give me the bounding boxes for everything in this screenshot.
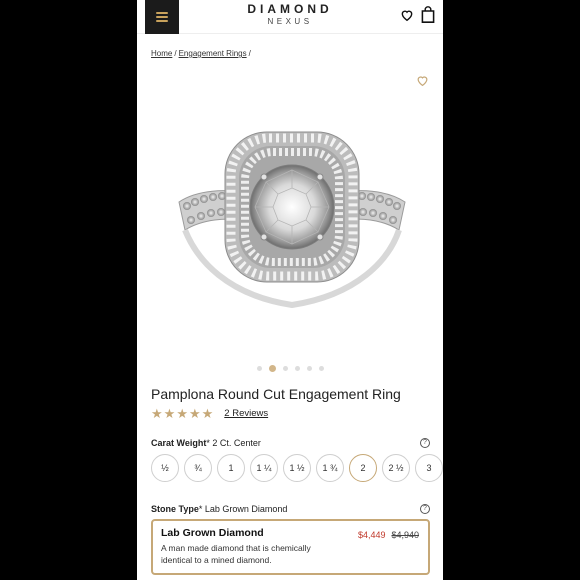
carat-options: ½¾11 ¼1 ½1 ¾22 ½3 [151, 454, 443, 482]
stone-selected-value: Lab Grown Diamond [204, 504, 288, 514]
original-price: $4,940 [391, 530, 419, 540]
carat-required-mark: * [206, 438, 210, 448]
carat-option[interactable]: ¾ [184, 454, 212, 482]
breadcrumb: Home / Engagement Rings / [151, 49, 253, 58]
stone-type-label: Stone Type* Lab Grown Diamond [151, 504, 287, 514]
gallery-dot[interactable] [256, 366, 262, 371]
heart-icon[interactable] [400, 8, 414, 22]
star-icon: ★ [201, 406, 214, 421]
gallery-pagination [137, 365, 443, 372]
carat-label-text: Carat Weight [151, 438, 207, 448]
sale-price: $4,449 [357, 530, 386, 540]
stone-label-text: Stone Type [151, 504, 199, 514]
stone-option-price: $4,449 $4,940 [358, 530, 419, 540]
star-icon: ★ [188, 406, 201, 421]
gallery-dot[interactable] [268, 365, 276, 372]
carat-option[interactable]: 2 [349, 454, 377, 482]
stone-info-icon[interactable]: ? [420, 504, 430, 514]
breadcrumb-separator: / [248, 49, 251, 58]
product-title: Pamplona Round Cut Engagement Ring [151, 386, 401, 402]
carat-info-icon[interactable]: ? [420, 438, 430, 448]
product-image[interactable] [157, 110, 427, 330]
carat-option[interactable]: 1 [217, 454, 245, 482]
carat-selected-value: 2 Ct. Center [212, 438, 261, 448]
carat-option[interactable]: 3 [415, 454, 443, 482]
stone-option-lab-grown[interactable]: Lab Grown Diamond A man made diamond tha… [151, 519, 430, 575]
carat-option[interactable]: 1 ¾ [316, 454, 344, 482]
product-rating: ★ ★ ★ ★ ★ 2 Reviews [151, 407, 268, 420]
carat-weight-label: Carat Weight* 2 Ct. Center [151, 438, 261, 448]
carat-option[interactable]: 1 ¼ [250, 454, 278, 482]
breadcrumb-separator: / [174, 49, 177, 58]
star-icon: ★ [176, 406, 188, 421]
product-page: DIAMOND NEXUS Home/Engagement Rings/ [137, 0, 443, 580]
shopping-bag-icon[interactable] [421, 6, 435, 23]
star-icon: ★ [163, 406, 176, 421]
stone-option-description: A man made diamond that is chemically id… [161, 543, 311, 565]
reviews-link[interactable]: 2 Reviews [224, 408, 268, 419]
brand-name: DIAMOND [247, 2, 333, 16]
rating-stars: ★ ★ ★ ★ ★ [151, 407, 213, 420]
brand-subname: NEXUS [267, 17, 313, 26]
carat-option[interactable]: 1 ½ [283, 454, 311, 482]
gallery-dot[interactable] [318, 366, 324, 371]
brand-logo[interactable]: DIAMOND NEXUS [137, 2, 443, 26]
site-header: DIAMOND NEXUS [137, 0, 443, 34]
star-icon: ★ [151, 406, 163, 421]
carat-option[interactable]: 2 ½ [382, 454, 410, 482]
carat-option[interactable]: ½ [151, 454, 179, 482]
gallery-dot[interactable] [294, 366, 300, 371]
breadcrumb-home[interactable]: Home [151, 49, 172, 58]
gallery-dot[interactable] [306, 366, 312, 371]
stone-required-mark: * [198, 504, 203, 514]
gallery-dot[interactable] [282, 366, 288, 371]
add-to-wishlist-icon[interactable] [416, 74, 429, 87]
breadcrumb-engagement-rings[interactable]: Engagement Rings [179, 49, 247, 58]
